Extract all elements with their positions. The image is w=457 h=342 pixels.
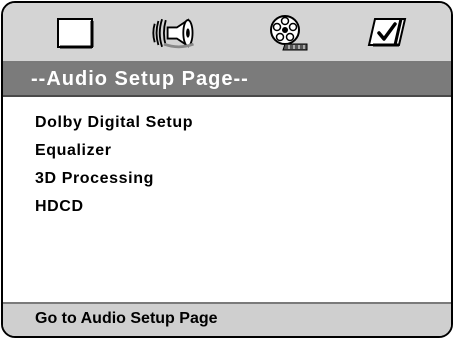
preferences-tab[interactable] <box>363 11 411 55</box>
page-title-bar: --Audio Setup Page-- <box>3 63 451 97</box>
status-bar: Go to Audio Setup Page <box>3 302 451 336</box>
monitor-icon <box>57 18 94 49</box>
audio-setup-menu: Dolby Digital Setup Equalizer 3D Process… <box>35 109 193 221</box>
video-setup-tab[interactable] <box>263 11 311 55</box>
film-reel-icon <box>270 15 308 51</box>
general-setup-tab[interactable] <box>51 11 99 55</box>
menu-item-equalizer[interactable]: Equalizer <box>35 137 193 165</box>
menu-item-hdcd[interactable]: HDCD <box>35 193 193 221</box>
audio-setup-tab[interactable] <box>151 11 199 55</box>
menu-item-3d-processing[interactable]: 3D Processing <box>35 165 193 193</box>
setup-category-toolbar <box>3 3 451 63</box>
speaker-icon <box>152 18 194 49</box>
checkmark-icon <box>367 18 407 47</box>
setup-menu-window: --Audio Setup Page-- Dolby Digital Setup… <box>1 1 453 338</box>
status-text: Go to Audio Setup Page <box>35 310 218 327</box>
page-title: --Audio Setup Page-- <box>31 68 249 90</box>
menu-item-dolby-digital-setup[interactable]: Dolby Digital Setup <box>35 109 193 137</box>
